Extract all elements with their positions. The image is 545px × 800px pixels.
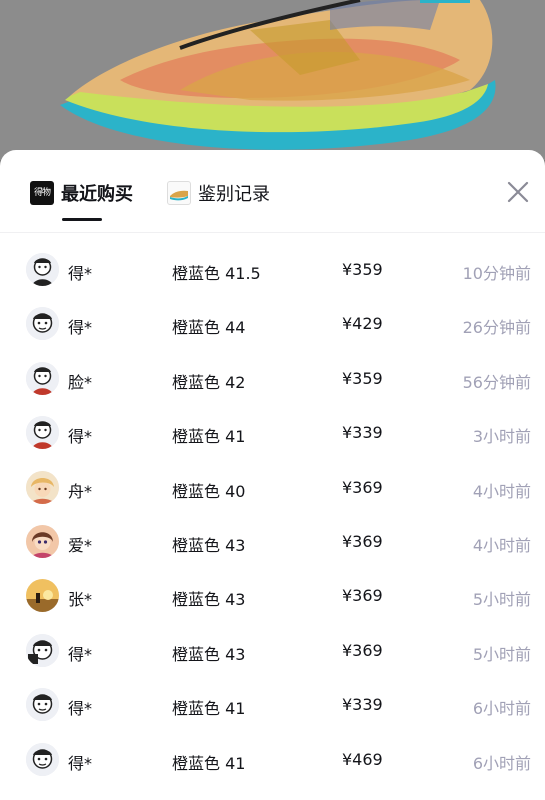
- tab-label: 鉴别记录: [198, 184, 270, 205]
- purchase-time: 56分钟前: [462, 372, 531, 392]
- tab-bar: 得物 最近购买 鉴别记录: [0, 150, 545, 232]
- buyer-name: 得*: [68, 318, 93, 338]
- purchase-time: 5小时前: [472, 644, 531, 664]
- active-tab-indicator: [62, 218, 102, 221]
- purchase-time: 4小时前: [472, 481, 531, 501]
- purchase-price: ¥359: [342, 368, 383, 388]
- purchase-spec: 橙蓝色 42: [172, 372, 246, 392]
- buyer-name: 得*: [68, 264, 93, 283]
- avatar-cartoon-icon: [26, 416, 59, 450]
- divider: [0, 232, 545, 233]
- purchase-spec: 橙蓝色 43: [172, 644, 246, 664]
- purchase-spec: 橙蓝色 43: [172, 590, 246, 610]
- purchase-price: ¥369: [342, 586, 383, 606]
- close-button[interactable]: [504, 178, 532, 206]
- buyer-name: 得*: [68, 753, 93, 773]
- purchase-time: 4小时前: [472, 535, 531, 555]
- avatar-cartoon-icon: [26, 253, 59, 286]
- purchase-price: ¥359: [342, 260, 383, 279]
- buyer-name: 爱*: [68, 535, 93, 555]
- tab-authentication-records[interactable]: 鉴别记录: [167, 178, 270, 208]
- purchase-list: 得* 橙蓝色 41.5 ¥359 10分钟前 得* 橙蓝色 44 ¥429 26…: [0, 243, 545, 787]
- list-item: 得* 橙蓝色 41.5 ¥359 10分钟前: [0, 243, 545, 297]
- list-item: 得* 橙蓝色 41 ¥339 3小时前: [0, 406, 545, 460]
- avatar-sunset-icon: [26, 579, 59, 613]
- buyer-name: 舟*: [68, 481, 93, 501]
- tab-label: 最近购买: [61, 184, 133, 205]
- avatar-doll-icon: [26, 524, 59, 558]
- list-item: 脸* 橙蓝色 42 ¥359 56分钟前: [0, 352, 545, 406]
- purchase-price: ¥339: [342, 695, 383, 715]
- purchase-time: 6小时前: [472, 699, 531, 719]
- purchase-price: ¥429: [342, 314, 383, 334]
- purchase-time: 26分钟前: [462, 318, 531, 338]
- buyer-name: 得*: [68, 699, 93, 719]
- avatar-cartoon-icon: [26, 742, 59, 776]
- list-item: 得* 橙蓝色 41 ¥469 6小时前: [0, 733, 545, 787]
- purchase-price: ¥369: [342, 531, 383, 551]
- buyer-name: 张*: [68, 590, 93, 610]
- purchase-time: 10分钟前: [462, 264, 531, 283]
- avatar-cartoon-icon: [26, 307, 59, 341]
- purchase-time: 5小时前: [472, 590, 531, 610]
- sneaker-image: [0, 0, 545, 160]
- purchase-spec: 橙蓝色 40: [172, 481, 246, 501]
- close-icon: [507, 181, 529, 203]
- shoe-thumbnail-icon: [167, 181, 191, 205]
- purchase-spec: 橙蓝色 44: [172, 318, 246, 338]
- product-image: [0, 0, 545, 160]
- list-item: 张* 橙蓝色 43 ¥369 5小时前: [0, 569, 545, 623]
- buyer-name: 得*: [68, 644, 93, 664]
- purchase-spec: 橙蓝色 41: [172, 427, 246, 447]
- list-item: 得* 橙蓝色 41 ¥339 6小时前: [0, 678, 545, 732]
- purchase-spec: 橙蓝色 43: [172, 535, 246, 555]
- purchase-price: ¥369: [342, 640, 383, 660]
- list-item: 爱* 橙蓝色 43 ¥369 4小时前: [0, 515, 545, 569]
- avatar-cartoon-icon: [26, 361, 59, 395]
- avatar-cartoon-icon: [26, 633, 59, 667]
- purchase-price: ¥339: [342, 423, 383, 443]
- dewu-logo-icon: 得物: [30, 181, 54, 205]
- buyer-name: 得*: [68, 427, 93, 447]
- buyer-name: 脸*: [68, 372, 93, 392]
- list-item: 舟* 橙蓝色 40 ¥369 4小时前: [0, 461, 545, 515]
- list-item: 得* 橙蓝色 43 ¥369 5小时前: [0, 624, 545, 678]
- tab-recent-purchases[interactable]: 得物 最近购买: [30, 178, 133, 208]
- recent-purchases-sheet: 得物 最近购买 鉴别记录 得* 橙蓝色 41.5 ¥359 10分钟前 得* 橙…: [0, 150, 545, 800]
- purchase-time: 3小时前: [472, 427, 531, 447]
- list-item: 得* 橙蓝色 44 ¥429 26分钟前: [0, 297, 545, 351]
- purchase-spec: 橙蓝色 41: [172, 699, 246, 719]
- avatar-anime-icon: [26, 470, 59, 504]
- purchase-spec: 橙蓝色 41.5: [172, 264, 261, 283]
- purchase-time: 6小时前: [472, 753, 531, 773]
- avatar-cartoon-icon: [26, 688, 59, 722]
- purchase-price: ¥369: [342, 477, 383, 497]
- purchase-price: ¥469: [342, 749, 383, 769]
- purchase-spec: 橙蓝色 41: [172, 753, 246, 773]
